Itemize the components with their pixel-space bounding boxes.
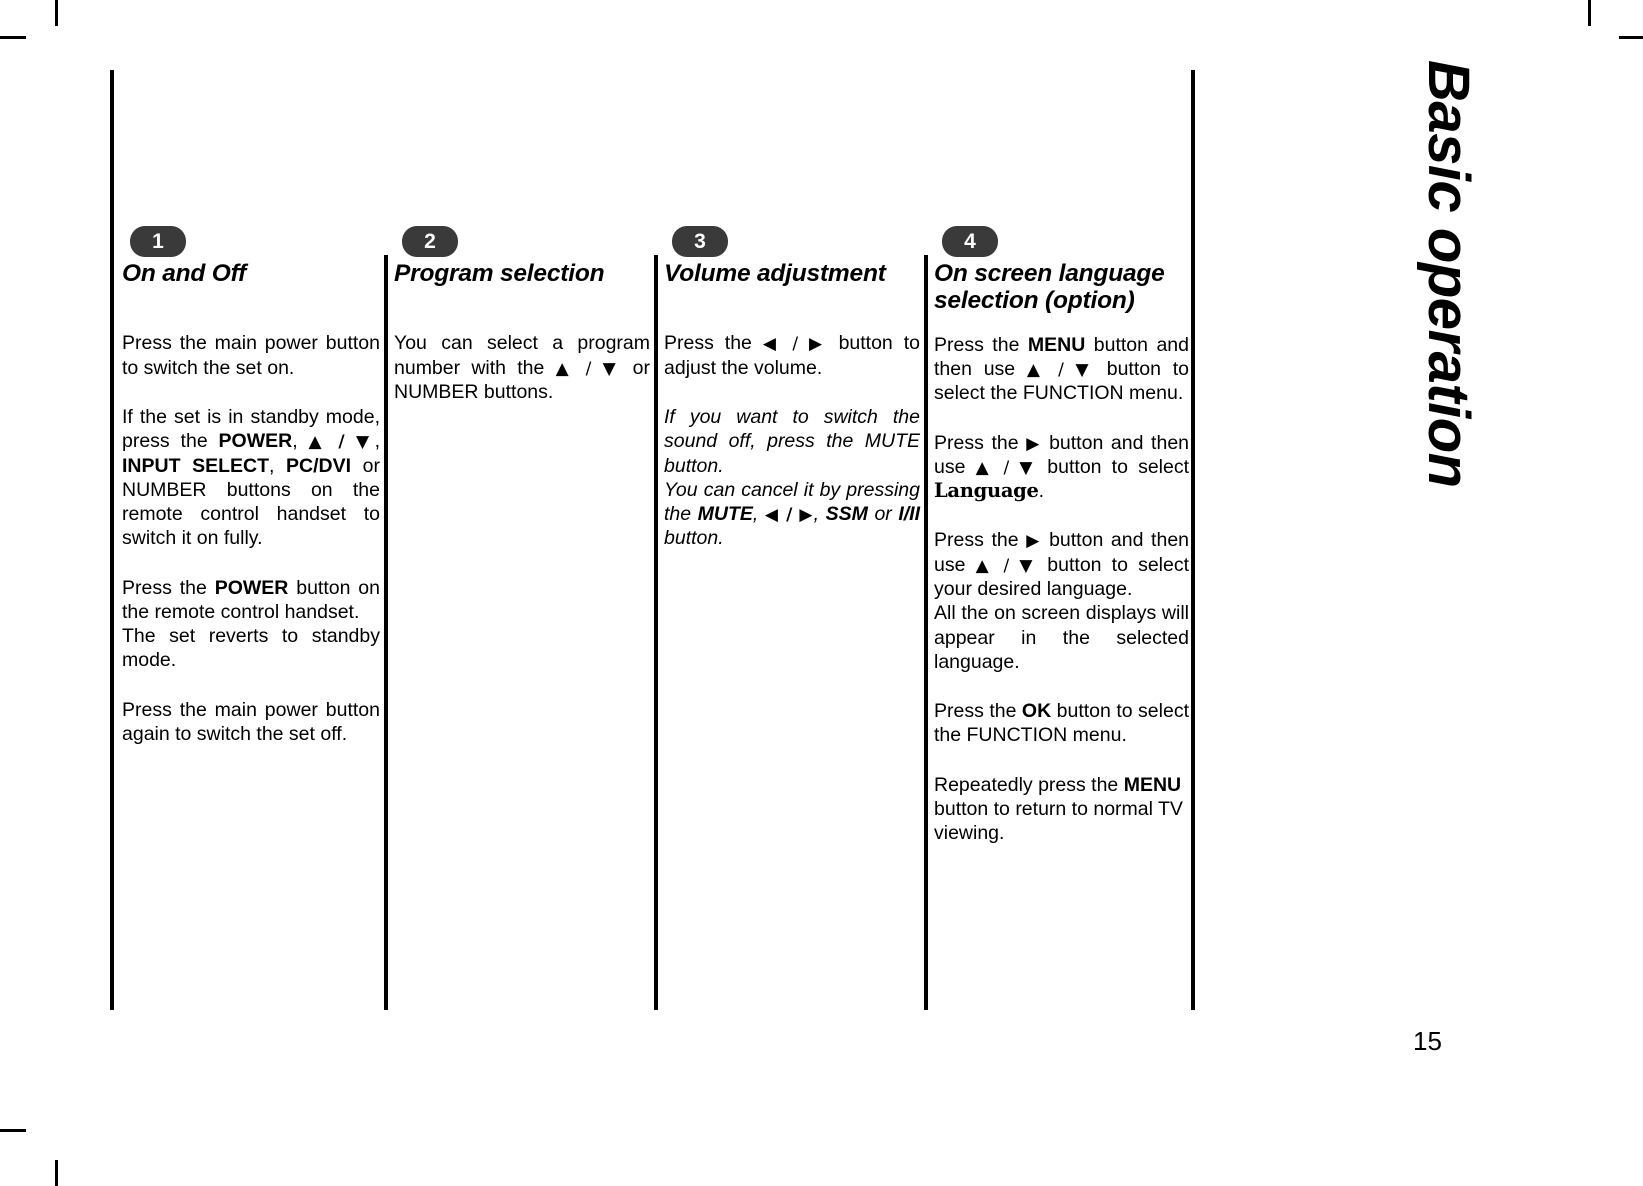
body-text-on-screen-language: Press the MENU button and then use ▲ / ▼… xyxy=(934,333,1189,846)
paragraph: Press the ◀ / ▶ button to adjust the vol… xyxy=(664,331,920,380)
step-badge-wrap-2: 2 xyxy=(394,226,458,261)
keyword-pc-dvi: PC/DVI xyxy=(286,454,352,477)
keyword-ssm: SSM xyxy=(825,503,868,526)
up-down-arrow-icon: ▲ / ▼ xyxy=(1026,360,1095,381)
keyword-i-ii: I/II xyxy=(898,503,921,526)
paragraph: If the set is in standby mode, press the… xyxy=(122,405,380,551)
up-down-arrow-icon: ▲ / ▼ xyxy=(975,555,1038,576)
crop-mark-bottom-left-vertical xyxy=(55,1160,58,1186)
text-run: , xyxy=(269,454,287,477)
paragraph: Press the OK button to select the FUNCTI… xyxy=(934,699,1189,748)
body-text-volume-adjustment: Press the ◀ / ▶ button to adjust the vol… xyxy=(664,331,920,550)
body-text-on-and-off: Press the main power button to switch th… xyxy=(122,331,380,746)
column-divider-rule-2 xyxy=(384,255,388,1010)
column-volume-adjustment: 3 Volume adjustment Press the ◀ / ▶ butt… xyxy=(654,70,926,1010)
keyword-power: POWER xyxy=(218,430,293,453)
paragraph: Press the main power button to switch th… xyxy=(122,332,380,379)
up-down-arrow-icon: ▲ / ▼ xyxy=(308,432,375,453)
up-down-arrow-icon: ▲ / ▼ xyxy=(555,358,622,379)
text-run: The set reverts to standby mode. xyxy=(122,625,380,672)
text-run: All the on screen displays will appear i… xyxy=(934,602,1189,673)
text-run: button to select xyxy=(1037,455,1190,478)
crop-mark-top-right-vertical xyxy=(1588,0,1591,26)
paragraph: All the on screen displays will appear i… xyxy=(934,601,1189,674)
text-run: Press the xyxy=(934,333,1028,356)
paragraph: You can select a program number with the… xyxy=(394,331,650,404)
left-right-arrow-icon: ◀ / ▶ xyxy=(762,334,828,355)
section-title-on-and-off: On and Off xyxy=(122,260,247,287)
text-run: Press the xyxy=(934,431,1027,454)
step-badge-wrap-3: 3 xyxy=(664,226,728,261)
column-on-screen-language-selection: 4 On screen language selection (option) … xyxy=(924,70,1195,1010)
text-run: or xyxy=(867,503,899,526)
paragraph: The set reverts to standby mode. xyxy=(122,624,380,673)
running-head-basic-operation: Basic operation xyxy=(1416,60,1481,488)
paragraph: Press the main power button again to swi… xyxy=(122,698,380,745)
step-badge-3: 3 xyxy=(672,226,728,257)
paragraph: If you want to switch the sound off, pre… xyxy=(664,405,920,478)
paragraph: You can cancel it by pressing the MUTE, … xyxy=(664,478,920,551)
section-title-volume-adjustment: Volume adjustment xyxy=(664,260,886,287)
right-arrow-icon: ▶ xyxy=(1026,433,1042,454)
text-run: If you want to switch the sound off, pre… xyxy=(664,405,920,477)
section-title-on-screen-language: On screen language selection (option) xyxy=(934,260,1165,315)
crop-mark-top-left-horizontal xyxy=(0,36,26,39)
paragraph: Press the ▶ button and then use ▲ / ▼ bu… xyxy=(934,431,1189,504)
text-run: , xyxy=(813,503,826,526)
text-run: , xyxy=(374,430,380,453)
keyword-mute: MUTE xyxy=(697,503,753,526)
keyword-menu: MENU xyxy=(1123,773,1182,796)
paragraph: Press the POWER button on the remote con… xyxy=(122,576,380,625)
text-run: Press the xyxy=(934,529,1027,552)
text-run: , xyxy=(292,430,309,453)
column-divider-rule-4 xyxy=(924,255,928,1010)
step-badge-4: 4 xyxy=(942,226,998,257)
text-run: Repeatedly press the xyxy=(934,773,1124,796)
keyword-menu: MENU xyxy=(1027,333,1086,356)
column-program-selection: 2 Program selection You can select a pro… xyxy=(384,70,656,1010)
right-arrow-icon: ▶ xyxy=(1026,531,1042,552)
crop-mark-top-right-horizontal xyxy=(1619,36,1643,39)
keyword-power: POWER xyxy=(214,576,289,599)
page-number: 15 xyxy=(1413,1026,1442,1056)
up-down-arrow-icon: ▲ / ▼ xyxy=(975,457,1038,478)
text-run: Press the xyxy=(934,700,1022,723)
step-badge-wrap-1: 1 xyxy=(122,226,186,261)
column-on-and-off: 1 On and Off Press the main power button… xyxy=(114,70,386,1010)
text-run: . xyxy=(1038,480,1045,503)
text-run: button to return to normal TV viewing. xyxy=(934,797,1183,845)
step-badge-1: 1 xyxy=(130,226,186,257)
body-text-program-selection: You can select a program number with the… xyxy=(394,331,650,404)
paragraph: Repeatedly press the MENU button to retu… xyxy=(934,773,1189,846)
text-run: Press the xyxy=(664,332,763,355)
text-run: button. xyxy=(664,527,724,550)
step-badge-wrap-4: 4 xyxy=(934,226,998,261)
column-container: 1 On and Off Press the main power button… xyxy=(114,70,1195,1010)
keyword-input-select: INPUT SELECT xyxy=(122,454,270,477)
paragraph: Press the MENU button and then use ▲ / ▼… xyxy=(934,333,1189,406)
step-badge-2: 2 xyxy=(402,226,458,257)
crop-mark-top-left-vertical xyxy=(55,0,58,26)
keyword-language: Language xyxy=(934,479,1039,503)
text-run: Press the xyxy=(122,576,215,599)
column-divider-rule-3 xyxy=(654,255,658,1010)
text-run: , xyxy=(752,503,765,526)
section-title-program-selection: Program selection xyxy=(394,260,605,287)
crop-mark-bottom-left-horizontal xyxy=(0,1129,26,1132)
keyword-ok: OK xyxy=(1021,700,1052,723)
paragraph: Press the ▶ button and then use ▲ / ▼ bu… xyxy=(934,528,1189,601)
left-right-arrow-icon: ◀ / ▶ xyxy=(764,505,814,526)
